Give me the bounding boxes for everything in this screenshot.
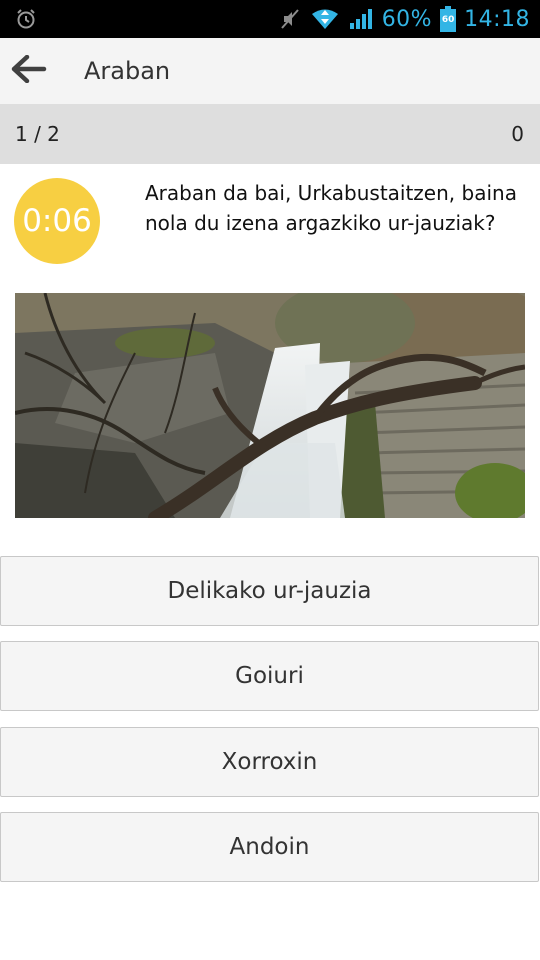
page-title: Araban <box>84 57 171 85</box>
clock: 14:18 <box>464 6 530 32</box>
question-counter: 1 / 2 <box>15 122 60 146</box>
arrow-left-icon <box>11 54 47 87</box>
mute-icon <box>278 7 302 31</box>
back-button[interactable] <box>6 49 52 93</box>
alarm-icon <box>15 8 37 30</box>
score: 0 <box>511 122 524 146</box>
answer-option-2[interactable]: Goiuri <box>0 641 539 711</box>
answer-option-1[interactable]: Delikako ur-jauzia <box>0 556 539 626</box>
battery-icon: 60 <box>440 6 457 32</box>
answer-option-4[interactable]: Andoin <box>0 812 539 882</box>
battery-level-label: 60 <box>441 15 455 25</box>
wifi-icon <box>310 7 340 31</box>
answer-option-3[interactable]: Xorroxin <box>0 727 539 797</box>
signal-icon <box>348 7 374 31</box>
countdown-timer: 0:06 <box>14 178 100 264</box>
progress-bar: 1 / 2 0 <box>0 104 540 164</box>
question-text: Araban da bai, Urkabustaitzen, baina nol… <box>145 181 517 235</box>
app-bar: Araban <box>0 38 540 104</box>
status-bar: 60% 60 14:18 <box>0 0 540 38</box>
battery-percent: 60% <box>381 6 433 32</box>
waterfall-photo <box>15 293 525 518</box>
